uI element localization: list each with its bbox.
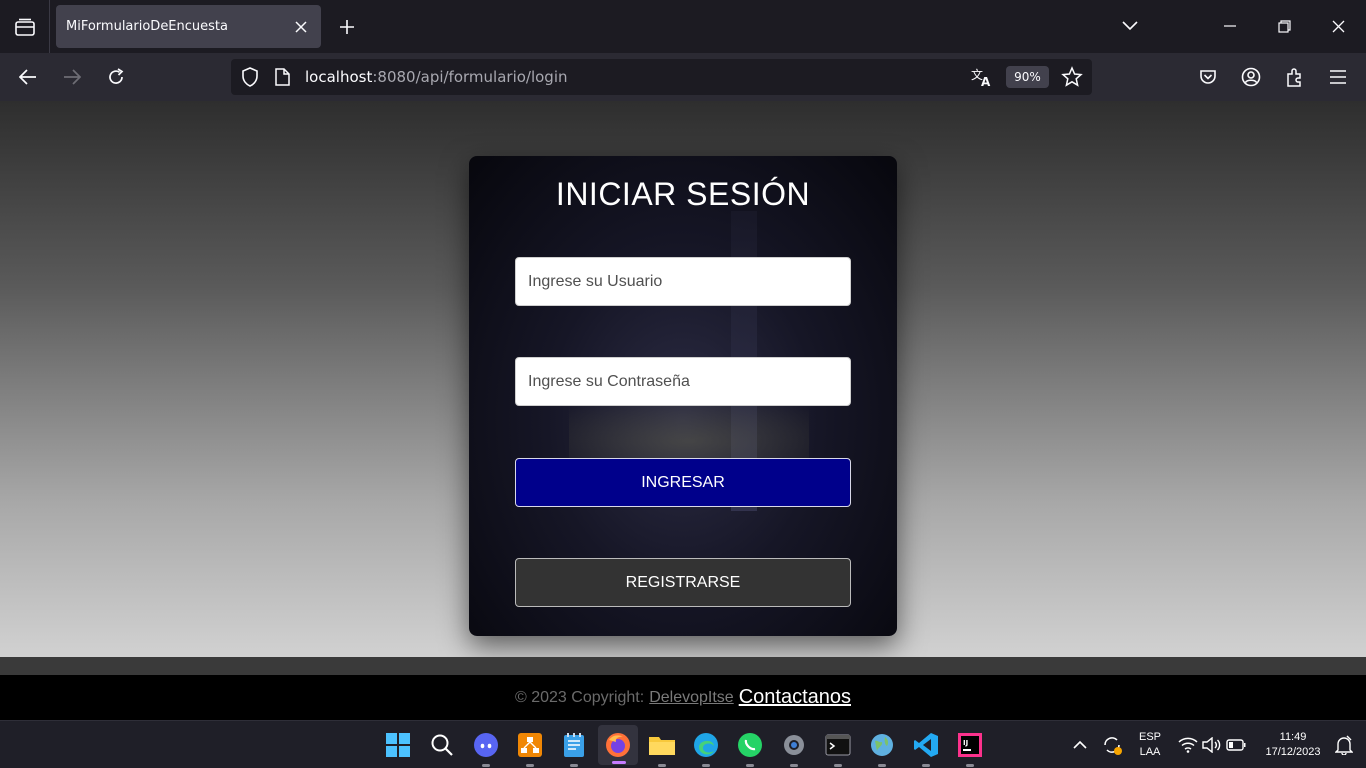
diagram-app-icon — [518, 733, 542, 757]
battery-icon — [1226, 739, 1246, 751]
show-hidden-icons-button[interactable] — [1064, 729, 1096, 761]
page-icon[interactable] — [275, 68, 290, 90]
puzzle-icon — [1287, 68, 1301, 87]
svg-text:IJ: IJ — [963, 739, 968, 747]
hamburger-icon — [1330, 70, 1346, 84]
forward-button[interactable] — [57, 62, 87, 92]
language-label: ESP — [1138, 731, 1161, 743]
account-button[interactable] — [1236, 62, 1266, 92]
chevron-up-icon — [1073, 740, 1087, 749]
page-viewport: INICIAR SESIÓN INGRESAR REGISTRARSE © 20… — [0, 101, 1366, 720]
edge-icon — [694, 733, 718, 757]
url-text[interactable]: localhost:8080/api/formulario/login — [305, 68, 568, 86]
whatsapp-icon — [738, 733, 762, 757]
search-button[interactable] — [426, 729, 458, 761]
address-bar[interactable]: localhost:8080/api/formulario/login 文A 9… — [231, 59, 1092, 95]
close-icon — [1332, 20, 1344, 32]
taskbar-notepad[interactable] — [558, 729, 590, 767]
zoom-level-button[interactable]: 90% — [1006, 66, 1049, 88]
footer-separator — [0, 657, 1366, 675]
speaker-icon — [1202, 737, 1221, 753]
tray-sync[interactable] — [1096, 729, 1128, 761]
tab-overview-button[interactable] — [0, 0, 50, 53]
taskbar-app-globe[interactable] — [866, 729, 898, 767]
chevron-down-icon — [1122, 21, 1138, 31]
url-host: localhost — [305, 68, 373, 86]
notifications-button[interactable] — [1328, 729, 1360, 761]
restore-window-button[interactable] — [1268, 11, 1300, 41]
arrow-right-icon — [64, 69, 81, 85]
tray-battery[interactable] — [1220, 729, 1252, 761]
login-button[interactable]: INGRESAR — [515, 458, 851, 507]
firefox-icon — [606, 733, 630, 757]
minimize-window-button[interactable] — [1214, 11, 1246, 41]
plus-icon — [340, 20, 354, 34]
pocket-icon — [1200, 70, 1216, 84]
input-language[interactable]: ESP LAA — [1134, 730, 1166, 760]
taskbar-whatsapp[interactable] — [734, 729, 766, 767]
pocket-button[interactable] — [1193, 62, 1223, 92]
taskbar-file-explorer[interactable] — [646, 729, 678, 767]
bell-icon — [1335, 735, 1353, 755]
bookmark-star-icon[interactable] — [1061, 66, 1083, 92]
taskbar-vscode[interactable] — [910, 729, 942, 767]
close-window-button[interactable] — [1322, 11, 1354, 41]
discord-icon — [474, 733, 498, 757]
notepad-icon — [564, 733, 584, 757]
footer-copyright: © 2023 Copyright: — [515, 688, 645, 706]
taskbar-discord[interactable] — [470, 729, 502, 767]
account-icon — [1241, 67, 1261, 87]
vscode-icon — [914, 733, 938, 757]
password-input[interactable] — [515, 357, 851, 406]
sync-icon — [1104, 737, 1122, 755]
reload-button[interactable] — [101, 62, 131, 92]
login-card: INICIAR SESIÓN INGRESAR REGISTRARSE — [469, 156, 897, 636]
minimize-icon — [1224, 25, 1236, 27]
windows-logo-icon — [386, 733, 410, 757]
back-button[interactable] — [13, 62, 43, 92]
folder-icon — [649, 737, 675, 755]
developer-link[interactable]: DelevopItse — [649, 689, 734, 707]
shield-icon[interactable] — [241, 67, 259, 91]
terminal-icon — [825, 734, 851, 756]
intellij-icon: IJ — [958, 733, 982, 757]
taskbar-app-orange[interactable] — [514, 729, 546, 767]
restore-icon — [1277, 19, 1291, 33]
taskbar-intellij[interactable]: IJ — [954, 729, 986, 767]
svg-text:A: A — [981, 75, 991, 87]
windows-taskbar: IJ ESP LAA 11:49 17/12/2023 — [0, 720, 1366, 768]
clock-time: 11:49 — [1279, 731, 1307, 743]
tab-title: MiFormularioDeEncuesta — [66, 19, 228, 34]
taskbar-terminal[interactable] — [822, 729, 854, 767]
gear-icon — [784, 735, 804, 755]
globe-icon — [871, 734, 893, 756]
tab-list-dropdown-button[interactable] — [1114, 11, 1146, 41]
new-tab-button[interactable] — [332, 12, 362, 42]
clock[interactable]: 11:49 17/12/2023 — [1255, 730, 1331, 760]
page-footer: © 2023 Copyright: DelevopItse Contactano… — [0, 675, 1366, 720]
keyboard-layout-label: LAA — [1139, 746, 1161, 758]
translate-icon[interactable]: 文A — [971, 67, 993, 91]
username-input[interactable] — [515, 257, 851, 306]
browser-navigation-bar: localhost:8080/api/formulario/login 文A 9… — [0, 53, 1366, 101]
menu-button[interactable] — [1323, 62, 1353, 92]
arrow-left-icon — [19, 69, 36, 85]
browser-tab-strip: MiFormularioDeEncuesta — [0, 0, 1366, 53]
clock-date: 17/12/2023 — [1265, 746, 1321, 758]
start-button[interactable] — [382, 729, 414, 761]
login-title: INICIAR SESIÓN — [555, 176, 811, 212]
wifi-icon — [1178, 737, 1198, 753]
taskbar-settings[interactable] — [778, 729, 810, 767]
register-button[interactable]: REGISTRARSE — [515, 558, 851, 607]
contact-link[interactable]: Contactanos — [739, 686, 851, 709]
taskbar-firefox[interactable] — [598, 725, 638, 765]
reload-icon — [109, 68, 124, 84]
taskbar-edge[interactable] — [690, 729, 722, 767]
tab-close-icon[interactable] — [291, 17, 311, 37]
tab-list-icon — [14, 18, 35, 36]
extensions-button[interactable] — [1280, 62, 1310, 92]
search-icon — [431, 734, 453, 756]
browser-tab-active[interactable]: MiFormularioDeEncuesta — [56, 5, 321, 48]
url-path: :8080/api/formulario/login — [372, 68, 568, 86]
